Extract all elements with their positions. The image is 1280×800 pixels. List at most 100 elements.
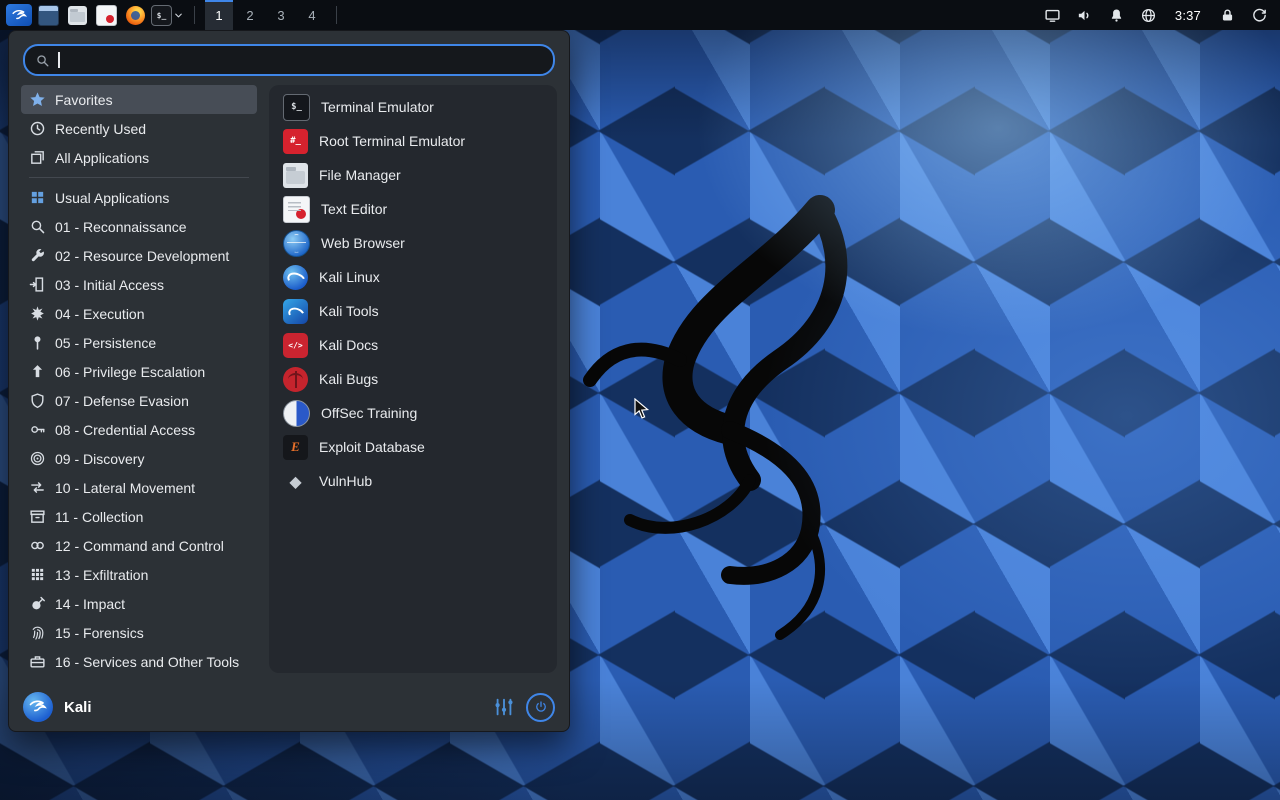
sidebar-item-execution[interactable]: 04 - Execution (21, 299, 257, 328)
kali-dragon-silhouette (583, 195, 848, 640)
sidebar-item-recently-used[interactable]: Recently Used (21, 114, 257, 143)
sidebar-item-exfiltration[interactable]: 13 - Exfiltration (21, 560, 257, 589)
app-item-terminal-emulator[interactable]: Terminal Emulator (277, 90, 549, 124)
sidebar-item-command-and-control[interactable]: 12 - Command and Control (21, 531, 257, 560)
app-item-vulnhub[interactable]: VulnHub (277, 464, 549, 498)
toolbox-icon (29, 653, 46, 670)
sidebar-item-lateral-movement[interactable]: 10 - Lateral Movement (21, 473, 257, 502)
app-item-kali-tools[interactable]: Kali Tools (277, 294, 549, 328)
workspace-3[interactable]: 3 (267, 0, 295, 30)
exploit-db-icon (283, 434, 308, 460)
clock[interactable]: 3:37 (1166, 8, 1210, 23)
burst-icon (29, 305, 46, 322)
network-indicator[interactable] (1134, 0, 1163, 30)
app-label: File Manager (319, 167, 401, 183)
category-label: 06 - Privilege Escalation (55, 363, 206, 380)
app-label: Terminal Emulator (321, 99, 434, 115)
app-item-offsec-training[interactable]: OffSec Training (277, 396, 549, 430)
app-label: Kali Docs (319, 337, 379, 353)
magnifier-icon (29, 218, 46, 235)
app-item-root-terminal-emulator[interactable]: Root Terminal Emulator (277, 124, 549, 158)
category-label: Favorites (55, 91, 113, 108)
sidebar-item-reconnaissance[interactable]: 01 - Reconnaissance (21, 212, 257, 241)
category-separator (29, 177, 249, 178)
kali-tools-icon (283, 298, 308, 324)
category-label: 10 - Lateral Movement (55, 479, 196, 496)
lock-icon (1219, 7, 1236, 24)
search-row (9, 31, 569, 83)
category-label: 16 - Services and Other Tools (55, 653, 240, 670)
chevron-down-icon[interactable] (173, 10, 184, 21)
sidebar-item-credential-access[interactable]: 08 - Credential Access (21, 415, 257, 444)
power-icon (534, 700, 548, 714)
firefox-launcher[interactable] (122, 2, 148, 28)
user-label: Kali (64, 698, 92, 716)
sidebar-item-collection[interactable]: 11 - Collection (21, 502, 257, 531)
grid-icon (29, 189, 46, 206)
app-item-kali-bugs[interactable]: Kali Bugs (277, 362, 549, 396)
app-item-text-editor[interactable]: Text Editor (277, 192, 549, 226)
category-label: 14 - Impact (55, 595, 126, 612)
terminal-emulator-icon (283, 93, 310, 121)
terminal-launcher[interactable] (151, 2, 184, 28)
file-manager-launcher[interactable] (64, 2, 90, 28)
category-label: 05 - Persistence (55, 334, 157, 351)
sidebar-item-privilege-escalation[interactable]: 06 - Privilege Escalation (21, 357, 257, 386)
logout-button[interactable] (1245, 0, 1274, 30)
notifications-indicator[interactable] (1102, 0, 1131, 30)
sidebar-item-initial-access[interactable]: 03 - Initial Access (21, 270, 257, 299)
sidebar-item-resource-development[interactable]: 02 - Resource Development (21, 241, 257, 270)
category-label: All Applications (55, 149, 150, 166)
workspace-1[interactable]: 1 (205, 0, 233, 30)
category-label: 09 - Discovery (55, 450, 145, 467)
radar-icon (29, 450, 46, 467)
search-input[interactable] (57, 52, 543, 68)
sidebar-item-favorites[interactable]: Favorites (21, 85, 257, 114)
sidebar-item-defense-evasion[interactable]: 07 - Defense Evasion (21, 386, 257, 415)
web-browser-icon (283, 229, 310, 257)
kali-bugs-icon (283, 366, 308, 392)
firefox-icon (125, 5, 145, 25)
text-editor-icon (283, 195, 310, 223)
category-label: 03 - Initial Access (55, 276, 164, 293)
category-label: 15 - Forensics (55, 624, 144, 641)
sidebar-item-persistence[interactable]: 05 - Persistence (21, 328, 257, 357)
app-item-web-browser[interactable]: Web Browser (277, 226, 549, 260)
category-label: 08 - Credential Access (55, 421, 196, 438)
window-launcher[interactable] (35, 2, 61, 28)
sidebar-item-all-applications[interactable]: All Applications (21, 143, 257, 172)
kali-logo (23, 692, 53, 722)
category-label: 11 - Collection (55, 508, 144, 525)
app-label: Exploit Database (319, 439, 425, 455)
app-item-kali-linux[interactable]: Kali Linux (277, 260, 549, 294)
app-label: Kali Bugs (319, 371, 379, 387)
whisker-menu: Favorites Recently Used All Applications… (8, 30, 570, 732)
applications-menu-button[interactable] (6, 4, 32, 26)
logout-icon (1251, 7, 1268, 24)
kali-docs-icon (283, 332, 308, 358)
display-indicator[interactable] (1038, 0, 1067, 30)
sidebar-item-usual-applications[interactable]: Usual Applications (21, 183, 257, 212)
volume-indicator[interactable] (1070, 0, 1099, 30)
pin-icon (29, 334, 46, 351)
text-caret (58, 52, 60, 68)
screen-lock-button[interactable] (1213, 0, 1242, 30)
text-editor-icon (95, 4, 117, 26)
app-item-exploit-database[interactable]: Exploit Database (277, 430, 549, 464)
app-label: Text Editor (321, 201, 388, 217)
category-label: 12 - Command and Control (55, 537, 224, 554)
app-item-kali-docs[interactable]: Kali Docs (277, 328, 549, 362)
workspace-4[interactable]: 4 (298, 0, 326, 30)
app-item-file-manager[interactable]: File Manager (277, 158, 549, 192)
text-editor-launcher[interactable] (93, 2, 119, 28)
workspace-2[interactable]: 2 (236, 0, 264, 30)
menu-settings-button[interactable] (493, 696, 515, 718)
desktop: { "panel": { "launchers": [ {"icon": "ka… (0, 0, 1280, 800)
search-box[interactable] (23, 44, 555, 76)
sidebar-item-forensics[interactable]: 15 - Forensics (21, 618, 257, 647)
sidebar-item-impact[interactable]: 14 - Impact (21, 589, 257, 618)
session-power-button[interactable] (526, 692, 555, 722)
link-icon (29, 537, 46, 554)
sidebar-item-discovery[interactable]: 09 - Discovery (21, 444, 257, 473)
sidebar-item-services-and-other-tools[interactable]: 16 - Services and Other Tools (21, 647, 257, 676)
